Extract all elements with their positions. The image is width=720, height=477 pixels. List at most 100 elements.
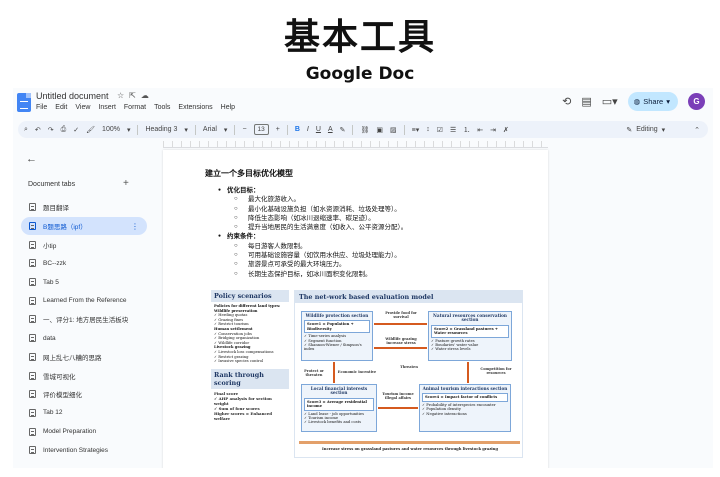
tab-item[interactable]: data bbox=[21, 329, 147, 348]
menu-edit[interactable]: Edit bbox=[55, 104, 67, 111]
document-title[interactable]: Untitled document bbox=[36, 91, 109, 101]
zoom-chevron-icon[interactable]: ▾ bbox=[127, 126, 131, 134]
more-options-icon[interactable]: ⋮ bbox=[131, 222, 139, 231]
box-formula: Score3 = Average residential income bbox=[304, 397, 374, 411]
financial-box: Local financial interests section Score3… bbox=[301, 384, 377, 432]
rank-line: Higher scores = Enhanced welfare bbox=[214, 410, 272, 421]
editing-chevron-icon: ▾ bbox=[661, 126, 666, 134]
menu-help[interactable]: Help bbox=[221, 104, 235, 111]
font-size-increase-icon[interactable]: + bbox=[276, 126, 280, 133]
document-page[interactable]: 建立一个多目标优化模型 优化目标： 最大化旅游收入。 最小化基础设施负担（如水资… bbox=[163, 150, 548, 468]
image-icon[interactable]: ▨ bbox=[390, 126, 397, 134]
search-icon[interactable]: ⌕ bbox=[24, 126, 28, 134]
tab-icon bbox=[29, 296, 36, 305]
meet-icon[interactable]: ▭▾ bbox=[602, 95, 618, 108]
toolbar: ⌕ ↶ ↷ ⎙ ✓ 🖌 100% ▾ Heading 3 ▾ Arial ▾ −… bbox=[18, 121, 708, 138]
tab-item[interactable]: 评价模型细化 bbox=[21, 385, 147, 404]
paint-format-icon[interactable]: 🖌 bbox=[86, 126, 95, 134]
menu-view[interactable]: View bbox=[75, 104, 90, 111]
menu-tools[interactable]: Tools bbox=[154, 104, 170, 111]
tab-label: 题目翻译 bbox=[43, 205, 69, 213]
style-chevron-icon[interactable]: ▾ bbox=[184, 126, 188, 134]
tab-item[interactable]: Model Preparation bbox=[21, 422, 147, 441]
document-tabs-sidebar: ← Document tabs + 题目翻译 B题思路（ipf） ⋮ 小tip B… bbox=[13, 150, 148, 468]
spellcheck-icon[interactable]: ✓ bbox=[73, 126, 79, 134]
bullet-list-icon[interactable]: ☰ bbox=[450, 126, 456, 134]
title-icons: ☆⇱☁ bbox=[117, 91, 154, 100]
tab-item[interactable]: Intervention Strategies bbox=[21, 441, 147, 460]
print-icon[interactable]: ⎙ bbox=[61, 126, 67, 134]
highlight-icon[interactable]: ✎ bbox=[340, 126, 346, 134]
collapse-toolbar-icon[interactable]: ⌃ bbox=[694, 126, 700, 134]
cloud-icon[interactable]: ☁ bbox=[141, 91, 154, 100]
tab-item[interactable]: 雪城可视化 bbox=[21, 366, 147, 385]
tab-item[interactable]: Tab 5 bbox=[21, 273, 147, 292]
style-select[interactable]: Heading 3 bbox=[145, 126, 177, 133]
redo-icon[interactable]: ↷ bbox=[48, 126, 54, 134]
sidebar-header: Document tabs bbox=[28, 181, 76, 188]
link-label: Competition for resources bbox=[480, 367, 512, 375]
clear-format-icon[interactable]: ✗ bbox=[503, 126, 509, 134]
line-spacing-icon[interactable]: ↕ bbox=[426, 126, 430, 133]
link-icon[interactable]: ⛓ bbox=[360, 126, 369, 134]
underline-button[interactable]: U bbox=[316, 126, 321, 133]
tab-item[interactable]: BC--zzk bbox=[21, 254, 147, 273]
bullet-item: 每日游客人数限制。 bbox=[218, 242, 407, 252]
policy-line: Policies for different land types: bbox=[214, 304, 281, 308]
star-icon[interactable]: ☆ bbox=[117, 91, 129, 100]
move-icon[interactable]: ⇱ bbox=[129, 91, 141, 100]
undo-icon[interactable]: ↶ bbox=[35, 126, 41, 134]
add-tab-button[interactable]: + bbox=[123, 178, 129, 189]
indent-increase-icon[interactable]: ⇥ bbox=[490, 126, 496, 134]
policy-line: ✓ Invasive species control bbox=[214, 359, 264, 364]
tab-label: Intervention Strategies bbox=[43, 446, 109, 454]
font-size-input[interactable]: 13 bbox=[253, 124, 269, 135]
bold-button[interactable]: B bbox=[295, 126, 300, 133]
tabs-list: 题目翻译 B题思路（ipf） ⋮ 小tip BC--zzk Tab 5 Learn… bbox=[21, 198, 147, 460]
policy-panel: Policy scenarios Policies for different … bbox=[211, 290, 289, 458]
docs-logo-icon[interactable] bbox=[17, 93, 31, 112]
font-select[interactable]: Arial bbox=[203, 126, 217, 133]
tab-label: 网上乱七八糟的思路 bbox=[43, 354, 102, 362]
box-item: ✓ Shannon-Wiener / Simpson's index bbox=[304, 343, 362, 352]
divider bbox=[403, 124, 405, 135]
font-chevron-icon[interactable]: ▾ bbox=[224, 126, 228, 134]
avatar[interactable]: G bbox=[688, 93, 705, 110]
menu-format[interactable]: Format bbox=[124, 104, 146, 111]
zoom-select[interactable]: 100% bbox=[102, 126, 120, 133]
menu-file[interactable]: File bbox=[36, 104, 47, 111]
align-icon[interactable]: ≡▾ bbox=[412, 126, 420, 134]
tab-item[interactable]: Tab 12 bbox=[21, 404, 147, 423]
chevron-down-icon[interactable]: ▾ bbox=[666, 97, 670, 106]
tab-item[interactable]: 小tip bbox=[21, 235, 147, 254]
checklist-icon[interactable]: ☑ bbox=[437, 126, 443, 134]
bullet-item: 降低生态影响（如冰川退缩速率、碳足迹）。 bbox=[218, 214, 407, 224]
comment-icon[interactable]: ▣ bbox=[376, 126, 383, 134]
italic-button[interactable]: I bbox=[307, 126, 309, 133]
numbered-list-icon[interactable]: ⒈ bbox=[463, 125, 470, 135]
tab-item[interactable]: 一、评分1: 地方居民生活板块 bbox=[21, 310, 147, 329]
tab-item[interactable]: 网上乱七八糟的思路 bbox=[21, 348, 147, 367]
back-arrow-icon[interactable]: ← bbox=[26, 153, 37, 165]
box-title: Wildlife protection section bbox=[305, 313, 369, 318]
menu-extensions[interactable]: Extensions bbox=[178, 104, 212, 111]
tab-icon bbox=[29, 446, 36, 455]
tab-item[interactable]: Learned From the Reference bbox=[21, 291, 147, 310]
indent-decrease-icon[interactable]: ⇤ bbox=[477, 126, 483, 134]
text-color-button[interactable]: A bbox=[328, 126, 333, 133]
tab-item-active[interactable]: B题思路（ipf） ⋮ bbox=[21, 216, 147, 236]
history-icon[interactable]: ⟲ bbox=[562, 95, 571, 108]
embedded-figure[interactable]: Policy scenarios Policies for different … bbox=[211, 290, 523, 458]
comments-icon[interactable]: ▤ bbox=[581, 95, 591, 108]
bullet-section-label: 优化目标： bbox=[218, 186, 407, 196]
menu-insert[interactable]: Insert bbox=[98, 104, 116, 111]
rank-line: ✓ AHP analysis for section weight bbox=[214, 395, 272, 406]
ruler[interactable] bbox=[163, 141, 548, 148]
font-size-decrease-icon[interactable]: − bbox=[242, 126, 246, 133]
editing-mode-select[interactable]: ✎ Editing ▾ bbox=[626, 126, 665, 134]
hero-title: 基本工具 bbox=[283, 16, 436, 58]
link-label: Threaten bbox=[400, 365, 418, 369]
tab-item[interactable]: 题目翻译 bbox=[21, 198, 147, 217]
tab-icon bbox=[29, 371, 36, 380]
share-button[interactable]: ◍ Share ▾ bbox=[627, 92, 678, 111]
